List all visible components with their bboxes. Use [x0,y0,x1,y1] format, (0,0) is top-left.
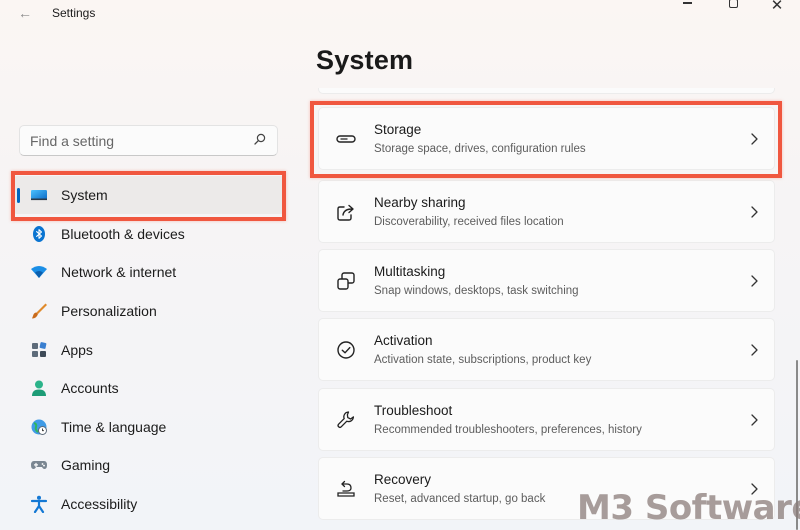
recovery-icon [337,480,355,497]
sidebar-item-accounts[interactable]: Accounts [13,369,285,407]
card-title: Recovery [374,472,432,487]
sidebar-item-label: System [61,187,108,203]
sidebar-item-label: Bluetooth & devices [61,226,185,242]
search-input[interactable] [20,126,240,155]
chevron-right-icon [751,133,758,145]
maximize-button[interactable] [713,0,753,12]
minimize-icon [682,2,692,4]
card-activation[interactable]: Activation Activation state, subscriptio… [318,318,775,381]
close-icon: ✕ [770,0,784,14]
sidebar-item-network[interactable]: Network & internet [13,253,285,291]
sidebar-item-bluetooth[interactable]: Bluetooth & devices [13,215,285,253]
sidebar-item-label: Personalization [61,303,157,319]
sidebar-item-label: Accessibility [61,496,138,512]
sidebar-item-gaming[interactable]: Gaming [13,446,285,484]
previous-card-edge [318,88,775,94]
share-icon [337,204,354,221]
card-subtitle: Activation state, subscriptions, product… [374,354,592,366]
card-title: Storage [374,122,422,137]
brush-icon [32,303,47,319]
app-title: Settings [52,6,96,20]
title-bar: ← Settings ✕ [0,0,800,28]
selection-indicator [17,188,20,203]
sidebar-item-system[interactable]: System [13,176,285,214]
sidebar-item-personalization[interactable]: Personalization [13,292,285,330]
gamepad-icon [31,461,47,469]
card-title: Troubleshoot [374,403,453,418]
card-subtitle: Recommended troubleshooters, preferences… [374,424,642,436]
card-multitasking[interactable]: Multitasking Snap windows, desktops, tas… [318,249,775,312]
sidebar-item-label: Accounts [61,380,119,396]
maximize-icon [728,0,738,8]
card-title: Multitasking [374,264,446,279]
globe-clock-icon [31,419,47,435]
card-subtitle: Reset, advanced startup, go back [374,493,546,505]
chevron-right-icon [751,206,758,218]
card-subtitle: Storage space, drives, configuration rul… [374,143,586,155]
minimize-button[interactable] [667,0,707,12]
sidebar-item-time-language[interactable]: Time & language [13,408,285,446]
sidebar-item-apps[interactable]: Apps [13,331,285,369]
chevron-right-icon [751,414,758,426]
search-box[interactable] [19,125,278,156]
chevron-right-icon [751,275,758,287]
system-display-icon [31,190,47,201]
multitasking-icon [337,272,355,290]
back-arrow-icon[interactable]: ← [18,5,38,21]
card-subtitle: Snap windows, desktops, task switching [374,285,579,297]
card-nearby-sharing[interactable]: Nearby sharing Discoverability, received… [318,180,775,243]
card-storage[interactable]: Storage Storage space, drives, configura… [318,107,775,170]
accessibility-icon [30,495,48,513]
page-title: System [316,45,414,75]
sidebar-item-label: Network & internet [61,264,177,280]
sidebar-item-label: Gaming [61,457,111,473]
card-title: Nearby sharing [374,195,466,210]
storage-drive-icon [336,135,356,143]
checkmark-circle-icon [337,341,355,359]
watermark-logo: M3 Software [577,488,800,528]
bluetooth-icon [33,226,45,242]
wrench-icon [337,411,355,429]
sidebar-item-label: Apps [61,342,93,358]
apps-icon [32,342,47,357]
card-troubleshoot[interactable]: Troubleshoot Recommended troubleshooters… [318,388,775,451]
card-title: Activation [374,333,433,348]
search-icon[interactable] [254,133,266,145]
card-subtitle: Discoverability, received files location [374,216,564,228]
wifi-icon [31,266,47,278]
sidebar-item-label: Time & language [61,419,167,435]
person-icon [32,380,46,396]
sidebar-item-accessibility[interactable]: Accessibility [13,485,285,523]
close-button[interactable]: ✕ [757,0,797,14]
chevron-right-icon [751,344,758,356]
